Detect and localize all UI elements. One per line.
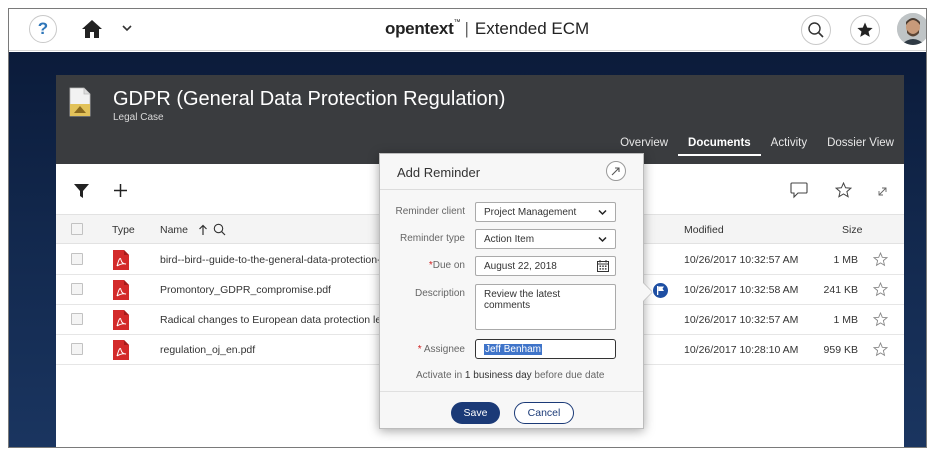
due-on-label: *Due on	[388, 260, 465, 271]
reminder-type-select[interactable]: Action Item	[475, 229, 616, 249]
due-on-label-text: Due on	[432, 260, 465, 271]
avatar[interactable]	[897, 13, 926, 45]
activate-suffix: before due date	[534, 370, 605, 381]
reminder-type-label: Reminder type	[399, 233, 465, 244]
sort-ascending-icon[interactable]	[198, 224, 208, 236]
search-column-icon[interactable]	[213, 223, 226, 236]
comment-icon[interactable]	[790, 182, 808, 199]
file-size: 959 KB	[823, 344, 858, 356]
dialog-footer: Save Cancel	[380, 391, 643, 428]
help-icon[interactable]: ?	[29, 15, 57, 43]
tab-dossier-view[interactable]: Dossier View	[817, 136, 904, 156]
assignee-input[interactable]: Jeff Benham	[475, 339, 616, 359]
dialog-callout-arrow	[643, 283, 652, 301]
row-checkbox[interactable]	[71, 253, 83, 265]
pdf-icon	[113, 280, 129, 300]
chevron-down-icon	[598, 209, 607, 216]
logo-product: Extended ECM	[474, 19, 590, 38]
app-window: ? opentext™ | Extended ECM GDPR (General…	[8, 8, 927, 448]
activate-prefix: Activate in	[416, 370, 463, 381]
column-size[interactable]: Size	[842, 224, 862, 236]
dialog-divider	[380, 189, 643, 190]
user-photo-icon	[897, 13, 926, 45]
chevron-down-icon	[598, 236, 607, 243]
pdf-icon	[113, 250, 129, 270]
column-name[interactable]: Name	[160, 224, 188, 236]
save-button[interactable]: Save	[451, 402, 500, 424]
workspace-type: Legal Case	[113, 112, 164, 123]
dialog-title: Add Reminder	[397, 165, 481, 180]
logo-brand: opentext	[385, 19, 454, 38]
reminder-type-value: Action Item	[484, 234, 535, 245]
search-icon	[808, 22, 824, 38]
pdf-icon	[113, 340, 129, 360]
logo-separator: |	[464, 19, 469, 38]
search-button[interactable]	[801, 15, 831, 45]
file-size: 241 KB	[823, 284, 858, 296]
file-size: 1 MB	[833, 254, 858, 266]
chevron-down-icon[interactable]	[121, 22, 133, 34]
row-checkbox[interactable]	[71, 283, 83, 295]
add-reminder-dialog: Add Reminder Reminder client Project Man…	[379, 153, 644, 429]
row-favorite-star-icon[interactable]	[873, 252, 888, 267]
reminder-client-value: Project Management	[484, 207, 577, 218]
modified-date: 10/26/2017 10:32:58 AM	[684, 284, 799, 296]
workspace-header: GDPR (General Data Protection Regulation…	[56, 75, 904, 165]
favorites-button[interactable]	[850, 15, 880, 45]
description-label: Description	[414, 288, 465, 299]
assignee-value: Jeff Benham	[484, 344, 542, 355]
modified-date: 10/26/2017 10:32:57 AM	[684, 314, 799, 326]
row-checkbox[interactable]	[71, 313, 83, 325]
required-marker: *	[417, 344, 422, 355]
star-icon	[857, 22, 873, 37]
row-favorite-star-icon[interactable]	[873, 312, 888, 327]
due-date-field[interactable]: August 22, 2018	[475, 256, 616, 276]
filter-icon[interactable]	[74, 184, 89, 198]
popout-icon	[611, 167, 620, 176]
favorite-star-icon[interactable]	[835, 182, 852, 198]
workspace-tabs: Overview Documents Activity Dossier View	[610, 136, 904, 156]
calendar-icon[interactable]	[597, 260, 609, 272]
add-icon[interactable]	[113, 183, 128, 198]
assignee-label: * Assignee	[388, 344, 465, 355]
expand-icon[interactable]	[878, 187, 887, 196]
popout-button[interactable]	[606, 161, 626, 181]
row-checkbox[interactable]	[71, 343, 83, 355]
page-title: GDPR (General Data Protection Regulation…	[113, 88, 506, 110]
legal-case-icon	[69, 87, 91, 117]
file-size: 1 MB	[833, 314, 858, 326]
reminder-icon[interactable]	[652, 282, 669, 299]
reminder-client-select[interactable]: Project Management	[475, 202, 616, 222]
tab-documents[interactable]: Documents	[678, 136, 761, 156]
modified-date: 10/26/2017 10:32:57 AM	[684, 254, 799, 266]
activate-value[interactable]: 1 business day	[465, 370, 532, 381]
top-bar: ? opentext™ | Extended ECM	[9, 9, 926, 51]
tab-activity[interactable]: Activity	[761, 136, 817, 156]
row-favorite-star-icon[interactable]	[873, 342, 888, 357]
due-date-value: August 22, 2018	[484, 261, 557, 272]
product-logo: opentext™ | Extended ECM	[385, 19, 589, 39]
cancel-button[interactable]: Cancel	[514, 402, 574, 424]
column-type[interactable]: Type	[112, 224, 135, 236]
flag-icon	[657, 286, 664, 295]
row-favorite-star-icon[interactable]	[873, 282, 888, 297]
logo-trademark: ™	[453, 19, 461, 26]
column-modified[interactable]: Modified	[684, 224, 724, 236]
select-all-checkbox[interactable]	[71, 223, 83, 235]
modified-date: 10/26/2017 10:28:10 AM	[684, 344, 799, 356]
activation-hint: Activate in 1 business day before due da…	[416, 370, 604, 381]
reminder-client-label: Reminder client	[395, 206, 465, 217]
description-textarea[interactable]: Review the latest comments	[475, 284, 616, 330]
home-icon[interactable]	[81, 18, 103, 40]
assignee-label-text: Assignee	[423, 344, 465, 355]
pdf-icon	[113, 310, 129, 330]
